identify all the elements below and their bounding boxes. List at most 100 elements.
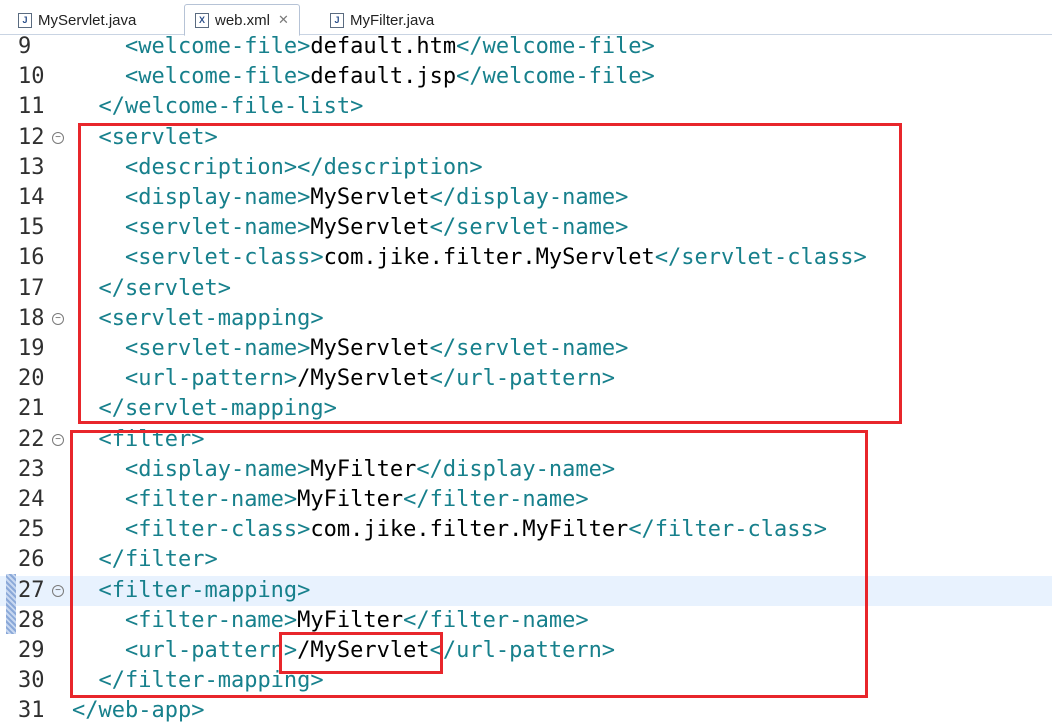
code-line[interactable]: 18− <servlet-mapping>: [0, 304, 1052, 334]
line-number: 10: [18, 64, 45, 90]
code-line[interactable]: 19 <servlet-name>MyServlet</servlet-name…: [0, 334, 1052, 364]
code-text: <servlet-name>MyServlet</servlet-name>: [72, 334, 628, 364]
tab-label: MyServlet.java: [38, 11, 137, 29]
code-text: </servlet-mapping>: [72, 394, 337, 424]
tab-myservlet-java[interactable]: J MyServlet.java: [8, 6, 146, 34]
code-line[interactable]: 27− <filter-mapping>: [0, 575, 1052, 606]
xml-text: MyFilter: [310, 456, 417, 482]
line-number: 14: [18, 185, 45, 210]
line-number: 21: [18, 396, 45, 422]
code-line[interactable]: 31 </web-app>: [0, 696, 1052, 726]
xml-tag: <welcome-file>: [124, 64, 311, 90]
tab-label: MyFilter.java: [350, 11, 435, 29]
close-icon[interactable]: ✕: [278, 12, 289, 28]
change-ruler-marker: [6, 574, 16, 634]
xml-tag: </welcome-file-list>: [98, 94, 364, 120]
line-number: 11: [18, 94, 45, 120]
xml-editor[interactable]: 9 <welcome-file>default.htm</welcome-fil…: [0, 34, 1052, 723]
line-number: 23: [18, 456, 45, 482]
code-text: <display-name>MyServlet</display-name>: [72, 183, 628, 213]
xml-tag: <filter-class>: [124, 517, 311, 543]
xml-text: com.jike.filter.MyFilter: [310, 517, 629, 543]
xml-tag: <filter-mapping>: [98, 577, 311, 603]
code-text: <description></description>: [72, 153, 483, 183]
fold-toggle-icon[interactable]: −: [52, 584, 64, 597]
code-line[interactable]: 22− <filter>: [0, 425, 1052, 455]
xml-tag: <servlet-name>: [124, 215, 311, 241]
code-text: <filter-class>com.jike.filter.MyFilter</…: [72, 515, 827, 545]
xml-tag: </display-name>: [416, 456, 616, 482]
xml-text: MyServlet: [310, 336, 430, 361]
xml-tag: <url-pattern>: [124, 638, 298, 663]
code-line[interactable]: 16 <servlet-class>com.jike.filter.MyServ…: [0, 243, 1052, 273]
xml-tag: <display-name>: [124, 456, 311, 482]
xml-tag: </servlet>: [98, 275, 231, 301]
code-text: </welcome-file-list>: [72, 92, 364, 122]
xml-tag: </servlet-name>: [429, 215, 629, 241]
code-line[interactable]: 28 <filter-name>MyFilter</filter-name>: [0, 606, 1052, 636]
line-number: 9: [18, 34, 32, 59]
xml-tag: </filter-name>: [403, 487, 589, 512]
java-file-icon: J: [18, 12, 32, 28]
code-line[interactable]: 14 <display-name>MyServlet</display-name…: [0, 183, 1052, 213]
code-line[interactable]: 15 <servlet-name>MyServlet</servlet-name…: [0, 213, 1052, 243]
line-number: 15: [18, 215, 45, 241]
fold-toggle-icon[interactable]: −: [52, 312, 64, 325]
xml-tag: </welcome-file>: [456, 34, 655, 59]
code-line[interactable]: 9 <welcome-file>default.htm</welcome-fil…: [0, 32, 1052, 62]
xml-tag: <filter>: [98, 426, 205, 452]
code-text: <servlet-class>com.jike.filter.MyServlet…: [72, 243, 867, 273]
line-number: 16: [18, 245, 45, 271]
line-number: 29: [18, 638, 45, 663]
xml-tag: <description></description>: [124, 154, 483, 180]
line-number: 13: [18, 154, 45, 180]
xml-tag: <filter-name>: [124, 487, 298, 512]
code-text: <display-name>MyFilter</display-name>: [72, 455, 615, 485]
line-number: 20: [18, 366, 45, 392]
code-text: <url-pattern>/MyServlet</url-pattern>: [72, 636, 615, 666]
code-text: <filter>: [72, 425, 205, 455]
xml-tag: <servlet-class>: [124, 245, 324, 271]
line-number: 24: [18, 487, 45, 512]
xml-tag: <welcome-file>: [124, 34, 311, 59]
code-text: <servlet>: [72, 123, 218, 153]
xml-file-icon: X: [195, 12, 209, 28]
code-text: <filter-mapping>: [72, 576, 311, 606]
xml-tag: </display-name>: [429, 185, 629, 210]
code-line[interactable]: 10 <welcome-file>default.jsp</welcome-fi…: [0, 62, 1052, 92]
xml-text: /MyServlet: [297, 366, 430, 392]
tab-label: web.xml: [215, 11, 271, 29]
fold-toggle-icon[interactable]: −: [52, 131, 64, 144]
code-line[interactable]: 13 <description></description>: [0, 153, 1052, 183]
code-line[interactable]: 20 <url-pattern>/MyServlet</url-pattern>: [0, 364, 1052, 394]
code-text: </filter-mapping>: [72, 666, 324, 696]
code-text: <filter-name>MyFilter</filter-name>: [72, 606, 589, 636]
code-line[interactable]: 24 <filter-name>MyFilter</filter-name>: [0, 485, 1052, 515]
code-line[interactable]: 23 <display-name>MyFilter</display-name>: [0, 455, 1052, 485]
java-file-icon: J: [330, 12, 344, 28]
fold-toggle-icon[interactable]: −: [52, 433, 64, 446]
code-text: <filter-name>MyFilter</filter-name>: [72, 485, 589, 515]
code-line[interactable]: 21 </servlet-mapping>: [0, 394, 1052, 424]
code-line[interactable]: 11 </welcome-file-list>: [0, 92, 1052, 122]
code-line[interactable]: 29 <url-pattern>/MyServlet</url-pattern>: [0, 636, 1052, 666]
line-number: 31: [18, 698, 45, 724]
line-number: 19: [18, 336, 45, 361]
code-line[interactable]: 26 </filter>: [0, 545, 1052, 575]
xml-text: MyServlet: [310, 185, 430, 210]
code-line[interactable]: 12− <servlet>: [0, 123, 1052, 153]
xml-tag: </welcome-file>: [456, 64, 655, 90]
code-line[interactable]: 25 <filter-class>com.jike.filter.MyFilte…: [0, 515, 1052, 545]
code-line[interactable]: 17 </servlet>: [0, 274, 1052, 304]
xml-tag: </filter-class>: [628, 517, 827, 543]
line-number: 26: [18, 547, 45, 573]
xml-tag: <servlet-mapping>: [98, 305, 324, 331]
xml-tag: </url-pattern>: [429, 366, 616, 392]
xml-tag: </servlet-mapping>: [98, 396, 337, 422]
code-text: <url-pattern>/MyServlet</url-pattern>: [72, 364, 615, 394]
code-text: <servlet-name>MyServlet</servlet-name>: [72, 213, 628, 243]
xml-text: default.htm: [310, 34, 457, 59]
tab-myfilter-java[interactable]: J MyFilter.java: [320, 6, 444, 34]
code-line[interactable]: 30 </filter-mapping>: [0, 666, 1052, 696]
xml-tag: <servlet>: [98, 124, 218, 150]
